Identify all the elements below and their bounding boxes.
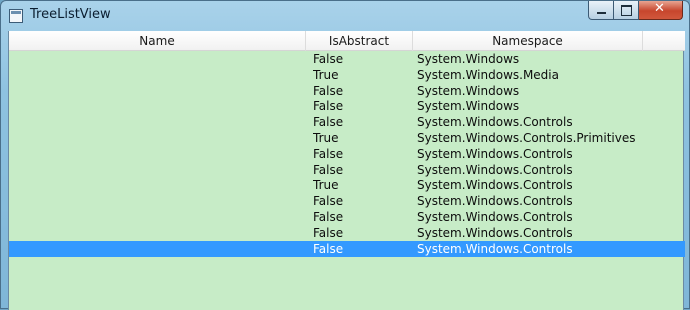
app-window-icon[interactable] [9, 9, 23, 23]
column-header-namespace[interactable]: Namespace [413, 31, 643, 51]
table-row[interactable]: GridViewFalseSystem.Windows.Controls [9, 193, 685, 209]
close-button[interactable] [639, 1, 683, 20]
isabstract-cell: True [313, 67, 339, 82]
namespace-cell: System.Windows.Controls.Primitives [417, 131, 636, 145]
namespace-cell: System.Windows.Controls [417, 115, 573, 130]
table-row[interactable]: GridViewRowPresenterBaseTrueSystem.Windo… [9, 130, 685, 146]
isabstract-cell: False [313, 146, 344, 161]
namespace-cell: System.Windows.Controls [417, 194, 573, 209]
namespace-cell: System.Windows.Controls [417, 146, 573, 161]
namespace-cell: System.Windows.Controls [417, 162, 573, 177]
table-row[interactable]: GridViewHeaderRowPresenterFalseSystem.Wi… [9, 146, 685, 162]
namespace-cell: System.Windows.Media [417, 67, 559, 82]
table-row[interactable]: ViewBaseTrueSystem.Windows.Controls [9, 177, 685, 193]
isabstract-cell: False [313, 115, 344, 130]
window-title: TreeListView [30, 7, 111, 22]
table-row[interactable]: GridViewRowPresenterFalseSystem.Windows.… [9, 162, 685, 178]
table-row[interactable]: FrameworkElementFalseSystem.Windows [9, 98, 685, 114]
isabstract-cell: False [313, 210, 344, 224]
table-row[interactable]: UIElementFalseSystem.Windows [9, 83, 685, 99]
table-row[interactable]: VisualTrueSystem.Windows.Media [9, 67, 685, 83]
isabstract-cell: False [313, 194, 344, 209]
tree-list-view[interactable]: Name IsAbstract Namespace DependencyObje… [8, 31, 685, 310]
caption-buttons [588, 1, 683, 21]
namespace-cell: System.Windows.Controls [417, 225, 573, 240]
isabstract-cell: False [313, 83, 344, 98]
isabstract-cell: False [313, 225, 344, 240]
isabstract-cell: True [313, 131, 339, 145]
column-header-isabstract[interactable]: IsAbstract [306, 31, 413, 51]
namespace-cell: System.Windows.Controls [417, 241, 573, 256]
column-header-row: Name IsAbstract Namespace [9, 31, 685, 51]
namespace-cell: System.Windows.Controls [417, 178, 573, 193]
title-bar[interactable]: TreeListView [1, 1, 689, 31]
isabstract-cell: False [313, 162, 344, 177]
table-row[interactable]: GridViewColumnHeaderRoleFalseSystem.Wind… [9, 240, 685, 257]
main-window: TreeListView Name IsAbstract Namespace D… [0, 0, 690, 310]
namespace-cell: System.Windows [417, 99, 520, 114]
table-row[interactable]: GridViewColumnCollectionFalseSystem.Wind… [9, 225, 685, 241]
minimize-button[interactable] [588, 1, 614, 20]
table-row[interactable]: DependencyObjectFalseSystem.Windows [9, 51, 685, 67]
isabstract-cell: False [313, 99, 344, 114]
column-header-name[interactable]: Name [9, 31, 306, 51]
isabstract-cell: True [313, 178, 339, 193]
table-row[interactable]: GridViewColumnFalseSystem.Windows.Contro… [9, 209, 685, 225]
namespace-cell: System.Windows [417, 83, 520, 98]
namespace-cell: System.Windows.Controls [417, 210, 573, 224]
maximize-button[interactable] [614, 1, 639, 20]
namespace-cell: System.Windows [417, 52, 520, 66]
isabstract-cell: False [313, 241, 344, 256]
isabstract-cell: False [313, 52, 344, 66]
table-row[interactable]: ControlFalseSystem.Windows.Controls [9, 114, 685, 130]
